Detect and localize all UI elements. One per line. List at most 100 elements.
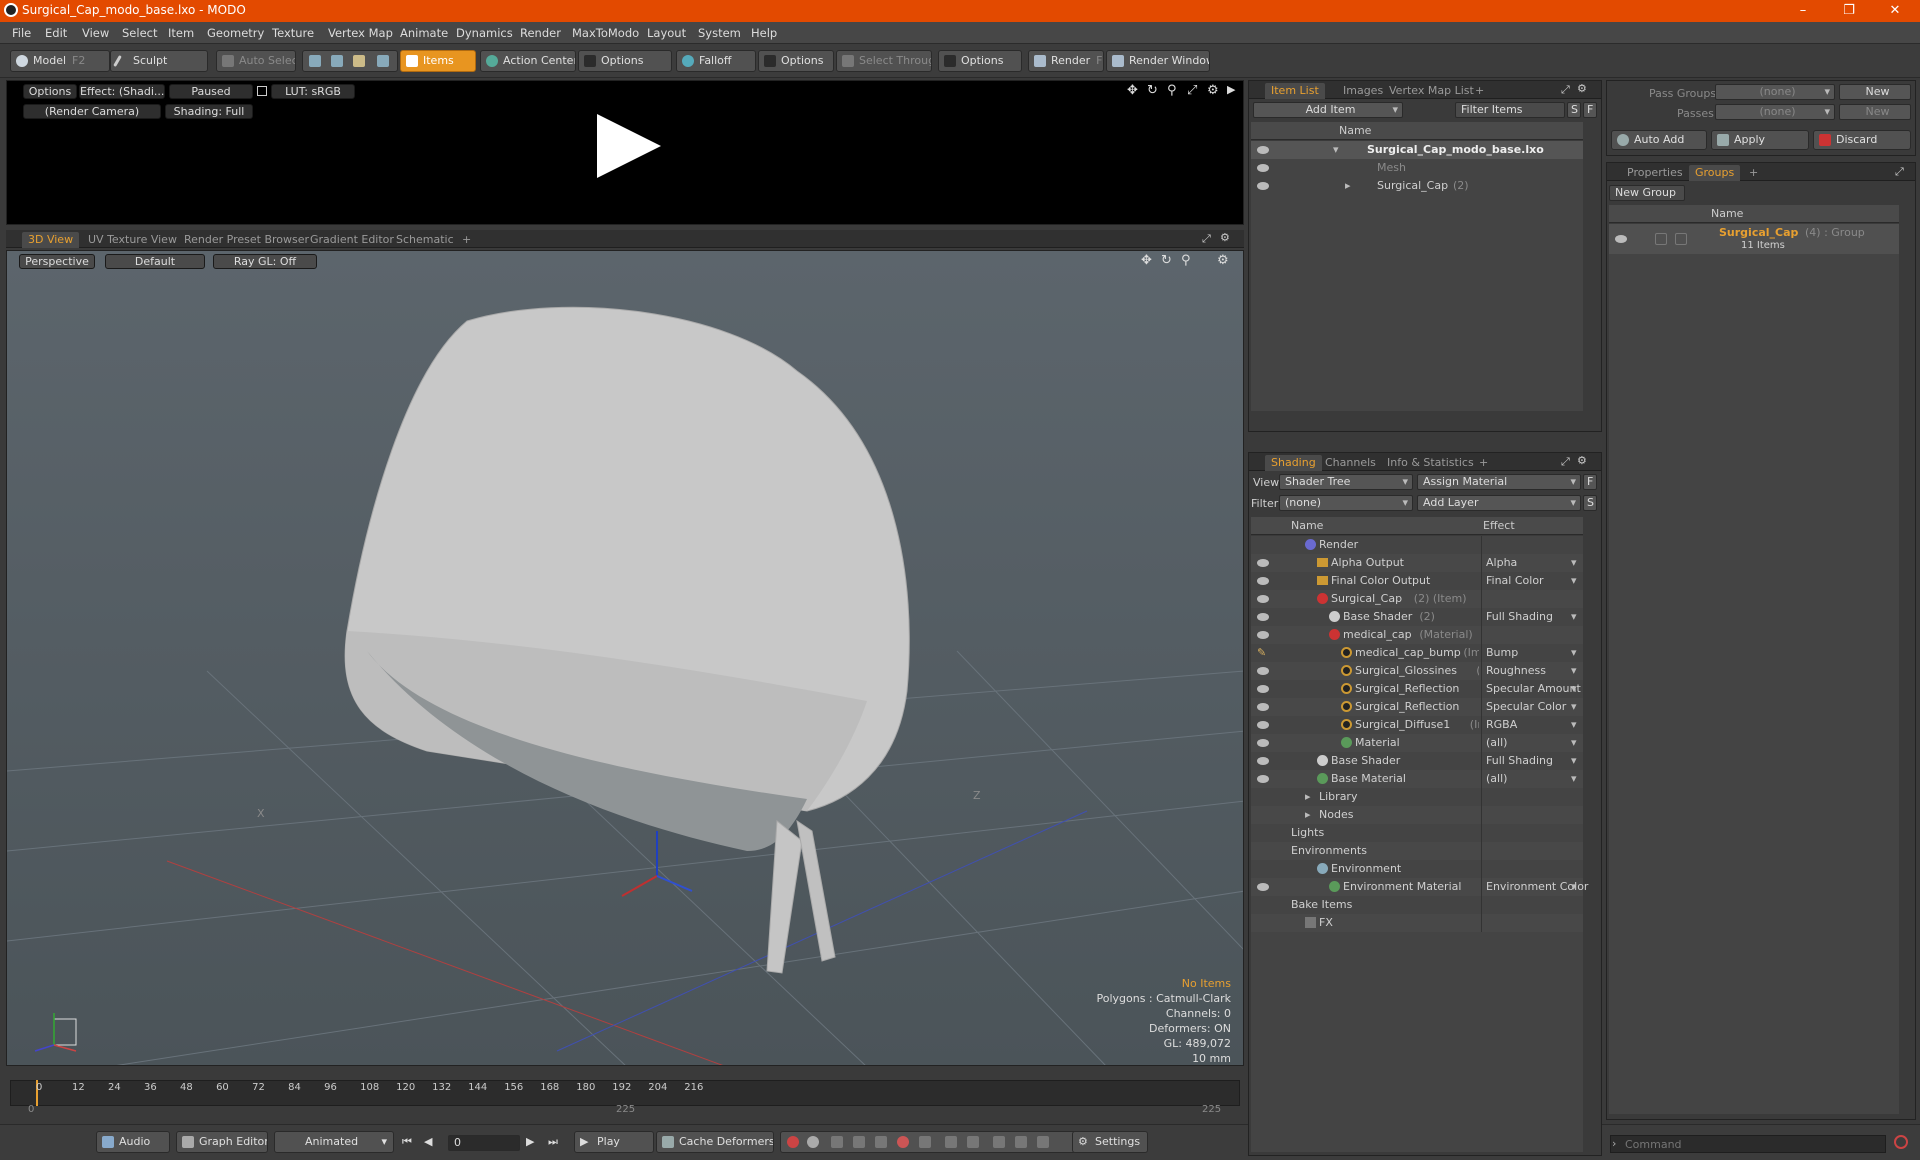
menu-system[interactable]: System	[698, 26, 741, 40]
tab-3d-view[interactable]: 3D View	[22, 232, 80, 248]
shader-tree-row[interactable]: ✎ medical_cap_bump(Im ...Bump▾	[1251, 644, 1583, 662]
play-button[interactable]: ▶ Play	[574, 1131, 654, 1153]
expand-arrow-icon[interactable]: ▾	[1333, 141, 1339, 158]
chevron-down-icon[interactable]: ▾	[1571, 770, 1577, 787]
shader-tree-row[interactable]: Environment	[1251, 860, 1583, 878]
action-center-button[interactable]: Action Center	[480, 50, 576, 72]
zoom-icon[interactable]: ⚲	[1167, 83, 1177, 98]
select-through-button[interactable]: Select Through	[836, 50, 932, 72]
chevron-down-icon[interactable]: ▾	[1571, 554, 1577, 571]
restore-icon[interactable]: ❐	[1826, 0, 1872, 22]
shader-tree-row[interactable]: medical_cap (Material)	[1251, 626, 1583, 644]
effect-cell[interactable]: Bump	[1481, 644, 1581, 662]
name-column-header[interactable]: Name	[1711, 207, 1743, 220]
maximize-icon[interactable]: ⤢	[1561, 83, 1570, 97]
effect-cell[interactable]: Specular Amount	[1481, 680, 1581, 698]
effect-cell[interactable]	[1481, 896, 1581, 914]
effect-cell[interactable]: Full Shading	[1481, 608, 1581, 626]
add-tab-button[interactable]: +	[1473, 455, 1494, 471]
paused-toggle[interactable]: Paused	[169, 84, 253, 99]
eye-icon[interactable]	[1257, 667, 1269, 675]
shader-tree-row[interactable]: Base Shader Full Shading ▾	[1251, 752, 1583, 770]
chevron-down-icon[interactable]: ▾	[1571, 878, 1577, 895]
tab-properties[interactable]: Properties	[1621, 165, 1689, 181]
eye-icon[interactable]	[1257, 577, 1269, 585]
falloff-options-button[interactable]: Options	[758, 50, 834, 72]
maximize-icon[interactable]: ⤢	[1895, 165, 1904, 179]
step-forward-icon[interactable]: ▶	[526, 1135, 534, 1148]
effect-cell[interactable]	[1481, 626, 1581, 644]
cache-deformers-button[interactable]: Cache Deformers	[656, 1131, 774, 1153]
first-key-icon[interactable]	[945, 1136, 957, 1148]
effect-column-header[interactable]: Effect	[1483, 517, 1515, 534]
brush-icon[interactable]: ✎	[1257, 644, 1266, 661]
effect-cell[interactable]	[1481, 824, 1581, 842]
select-toggle-icon[interactable]	[1675, 233, 1687, 245]
maximize-icon[interactable]: ⤢	[1187, 83, 1197, 98]
rotate-icon[interactable]: ↻	[1161, 253, 1172, 268]
tab-item-list[interactable]: Item List	[1265, 83, 1325, 99]
render-window-button[interactable]: Render Window	[1106, 50, 1210, 72]
render-preview[interactable]: Options Effect: (Shadi... Paused LUT: sR…	[6, 80, 1244, 225]
chevron-down-icon[interactable]: ▾	[1571, 680, 1577, 697]
shader-tree-row[interactable]: Material (all) ▾	[1251, 734, 1583, 752]
eye-icon[interactable]	[1615, 235, 1627, 243]
eye-icon[interactable]	[1257, 739, 1269, 747]
shader-tree-row[interactable]: Surgical_Cap (2) (Item)	[1251, 590, 1583, 608]
effect-cell[interactable]: (all)	[1481, 770, 1581, 788]
select-through-options-button[interactable]: Options	[938, 50, 1022, 72]
shader-tree-row[interactable]: Surgical_Reflection(Im ...Specular Amoun…	[1251, 680, 1583, 698]
menu-help[interactable]: Help	[751, 26, 777, 40]
audio-button[interactable]: Audio	[96, 1131, 170, 1153]
shader-tree-row[interactable]: Final Color Output Final Color ▾	[1251, 572, 1583, 590]
default-dropdown[interactable]: Default	[105, 254, 205, 269]
maximize-icon[interactable]: ⤢	[1202, 232, 1211, 246]
arrow-right-icon[interactable]: ▶	[1227, 83, 1235, 96]
apply-button[interactable]: Apply	[1711, 130, 1809, 150]
add-tab-button[interactable]: +	[456, 232, 477, 248]
chevron-down-icon[interactable]: ▾	[1571, 608, 1577, 625]
step-back-icon[interactable]: ◀	[424, 1135, 432, 1148]
shader-tree-row[interactable]: Render	[1251, 536, 1583, 554]
rotate-icon[interactable]: ↻	[1147, 83, 1158, 98]
menu-view[interactable]: View	[82, 26, 109, 40]
lock-icon[interactable]	[257, 86, 267, 96]
eye-icon[interactable]	[1257, 631, 1269, 639]
model-button[interactable]: Model F2	[10, 50, 110, 72]
camera-dropdown[interactable]: (Render Camera)	[23, 104, 161, 119]
effect-cell[interactable]	[1481, 806, 1581, 824]
tab-render-preset-browser[interactable]: Render Preset Browser	[178, 232, 315, 248]
auto-add-button[interactable]: Auto Add	[1611, 130, 1707, 150]
add-layer-dropdown[interactable]: Add Layer ▾	[1417, 495, 1581, 511]
settings-button[interactable]: ⚙ Settings	[1072, 1131, 1148, 1153]
gear-icon[interactable]: ⚙	[1577, 454, 1587, 467]
passes-dropdown[interactable]: (none) ▾	[1715, 104, 1835, 120]
menu-edit[interactable]: Edit	[45, 26, 67, 40]
shader-tree-row[interactable]: Surgical_Glossines (Ima...Roughness▾	[1251, 662, 1583, 680]
effect-cell[interactable]: Full Shading	[1481, 752, 1581, 770]
next-key-icon[interactable]	[853, 1136, 865, 1148]
prev-key-icon[interactable]	[831, 1136, 843, 1148]
filter-dropdown[interactable]: (none) ▾	[1279, 495, 1413, 511]
new-pass-group-button[interactable]: New	[1839, 84, 1911, 100]
shader-tree-row[interactable]: ▸ Library	[1251, 788, 1583, 806]
shader-tree-row[interactable]: Environment Material Environment Color ▾	[1251, 878, 1588, 896]
gear-icon[interactable]: ⚙	[1207, 83, 1219, 98]
stop-icon[interactable]	[1894, 1135, 1908, 1149]
pan-icon[interactable]: ✥	[1127, 83, 1138, 98]
add-tab-button[interactable]: +	[1743, 165, 1764, 181]
filter-items-input[interactable]: Filter Items	[1455, 102, 1565, 118]
eye-icon[interactable]	[1257, 182, 1269, 190]
effect-cell[interactable]	[1481, 860, 1581, 878]
eye-icon[interactable]	[1257, 595, 1269, 603]
new-group-button[interactable]: New Group	[1609, 185, 1685, 201]
shading-dropdown[interactable]: Shading: Full	[165, 104, 253, 119]
frame-input[interactable]: 0	[448, 1135, 520, 1151]
items-mode-button[interactable]: Items	[400, 50, 476, 72]
chevron-down-icon[interactable]: ▾	[1571, 644, 1577, 661]
shader-tree-row[interactable]: Bake Items	[1251, 896, 1583, 914]
tab-gradient-editor[interactable]: Gradient Editor	[304, 232, 400, 248]
chevron-down-icon[interactable]: ▾	[1571, 716, 1577, 733]
eye-icon[interactable]	[1257, 775, 1269, 783]
shading-s-button[interactable]: S	[1583, 495, 1597, 511]
